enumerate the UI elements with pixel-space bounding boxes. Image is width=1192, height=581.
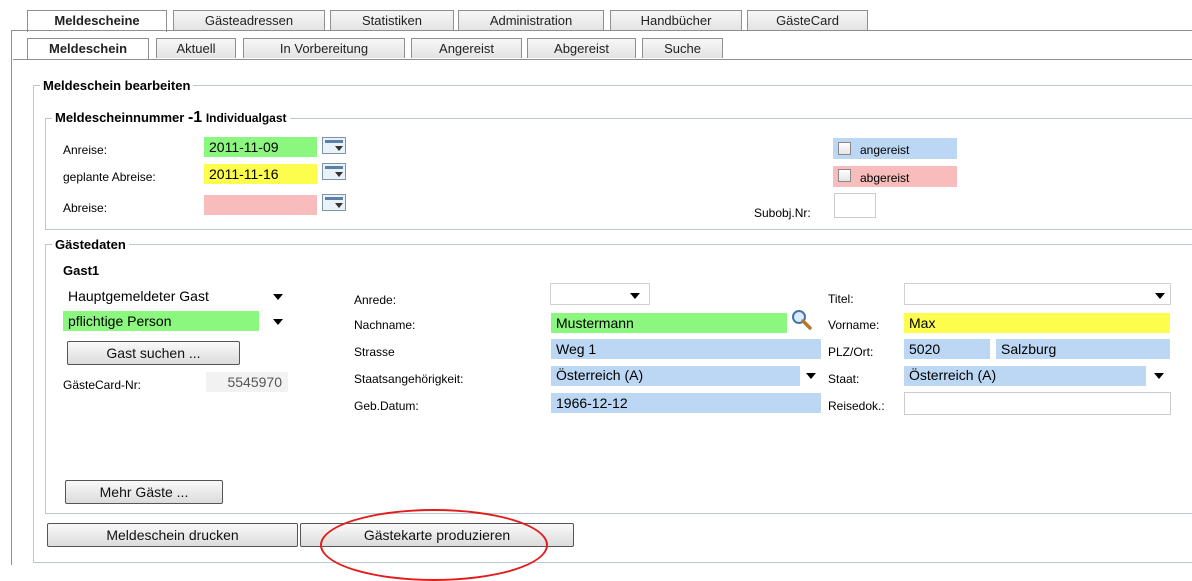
tab-angereist[interactable]: Angereist — [411, 38, 522, 58]
tab-meldescheine[interactable]: Meldescheine — [27, 10, 167, 32]
tab-in-vorbereitung[interactable]: In Vorbereitung — [243, 38, 405, 58]
city-field[interactable]: Salzburg — [996, 339, 1170, 359]
firstname-field[interactable]: Max — [904, 313, 1170, 333]
departure-field[interactable] — [204, 195, 317, 215]
nationality-select[interactable]: Österreich (A) — [551, 364, 821, 386]
guestcard-label: GästeCard-Nr: — [63, 378, 142, 392]
meldeschein-edit-legend: Meldeschein bearbeiten — [43, 78, 191, 93]
planned-departure-calendar-icon[interactable] — [322, 163, 346, 180]
tab-handbuecher[interactable]: Handbücher — [610, 10, 742, 30]
main-tab-bar: Meldescheine Gästeadressen Statistiken A… — [20, 0, 1192, 32]
arrival-field[interactable]: 2011-11-09 — [204, 137, 317, 157]
title-dropdown-icon — [1155, 293, 1165, 299]
departure-calendar-icon[interactable] — [322, 194, 346, 211]
arrived-status[interactable]: angereist — [833, 138, 957, 159]
tab-meldeschein[interactable]: Meldeschein — [27, 38, 149, 60]
guest-type-label: Individualgast — [205, 111, 287, 125]
tab-statistiken[interactable]: Statistiken — [330, 10, 454, 30]
tab-gaesteadressen[interactable]: Gästeadressen — [173, 10, 325, 30]
main-tab-line — [11, 30, 1192, 31]
title-select[interactable] — [904, 283, 1171, 305]
country-label: Staat: — [828, 372, 860, 386]
guest-type-dropdown-icon — [273, 294, 283, 300]
departed-label: abgereist — [860, 171, 910, 185]
salutation-select[interactable] — [550, 283, 650, 305]
tab-suche[interactable]: Suche — [642, 38, 723, 58]
departed-checkbox[interactable] — [838, 169, 851, 182]
country-value: Österreich (A) — [909, 367, 997, 383]
zipcity-label: PLZ/Ort: — [828, 345, 874, 359]
birthdate-field[interactable]: 1966-12-12 — [551, 393, 821, 413]
guest-type-value: Hauptgemeldeter Gast — [68, 288, 209, 304]
sub-tab-line — [13, 59, 1192, 60]
title-label: Titel: — [828, 292, 854, 306]
highlight-annotation-ellipse — [320, 509, 548, 581]
search-icon[interactable] — [791, 309, 813, 331]
more-guests-button[interactable]: Mehr Gäste ... — [65, 480, 223, 504]
country-dropdown-icon — [1154, 373, 1164, 379]
guest-title: Gast1 — [63, 263, 100, 278]
arrived-checkbox[interactable] — [838, 142, 851, 155]
number-value: -1 — [187, 109, 203, 126]
number-label: Meldescheinnummer — [55, 110, 185, 125]
arrived-label: angereist — [860, 143, 910, 157]
tab-administration[interactable]: Administration — [458, 10, 604, 30]
print-meldeschein-button[interactable]: Meldeschein drucken — [47, 523, 298, 547]
zip-field[interactable]: 5020 — [904, 339, 990, 359]
departure-label: Abreise: — [63, 201, 108, 215]
planned-departure-field[interactable]: 2011-11-16 — [204, 164, 317, 184]
salutation-dropdown-icon — [630, 293, 640, 299]
birthdate-label: Geb.Datum: — [354, 399, 419, 413]
tab-aktuell[interactable]: Aktuell — [156, 38, 236, 58]
traveldoc-field[interactable] — [904, 392, 1171, 415]
nationality-dropdown-icon — [806, 373, 816, 379]
arrival-label: Anreise: — [63, 143, 108, 157]
tab-abgereist[interactable]: Abgereist — [527, 38, 636, 58]
street-field[interactable]: Weg 1 — [551, 339, 821, 359]
subobj-label: Subobj.Nr: — [754, 206, 811, 220]
lastname-label: Nachname: — [354, 318, 416, 332]
content-border-left — [11, 30, 12, 565]
tab-gaestecard[interactable]: GästeCard — [747, 10, 868, 30]
obligation-value: pflichtige Person — [68, 313, 172, 329]
obligation-dropdown-icon — [273, 319, 283, 325]
planned-departure-label: geplante Abreise: — [63, 170, 156, 184]
guest-data-legend: Gästedaten — [55, 237, 126, 252]
search-guest-button[interactable]: Gast suchen ... — [67, 341, 240, 365]
nationality-label: Staatsangehörigkeit: — [354, 372, 464, 386]
traveldoc-label: Reisedok.: — [828, 399, 885, 413]
guest-type-select[interactable]: Hauptgemeldeter Gast — [63, 285, 291, 307]
street-label: Strasse — [354, 345, 395, 359]
country-select[interactable]: Österreich (A) — [904, 364, 1171, 386]
obligation-select[interactable]: pflichtige Person — [63, 310, 291, 332]
nationality-value: Österreich (A) — [556, 367, 644, 383]
firstname-label: Vorname: — [828, 318, 880, 332]
lastname-field[interactable]: Mustermann — [551, 313, 787, 333]
meldeschein-number-legend: Meldescheinnummer -1 Individualgast — [52, 109, 290, 127]
salutation-label: Anrede: — [354, 293, 397, 307]
arrival-calendar-icon[interactable] — [322, 137, 346, 154]
subobj-field[interactable] — [834, 193, 876, 218]
departed-status[interactable]: abgereist — [833, 166, 957, 187]
guestcard-value: 5545970 — [206, 372, 288, 392]
